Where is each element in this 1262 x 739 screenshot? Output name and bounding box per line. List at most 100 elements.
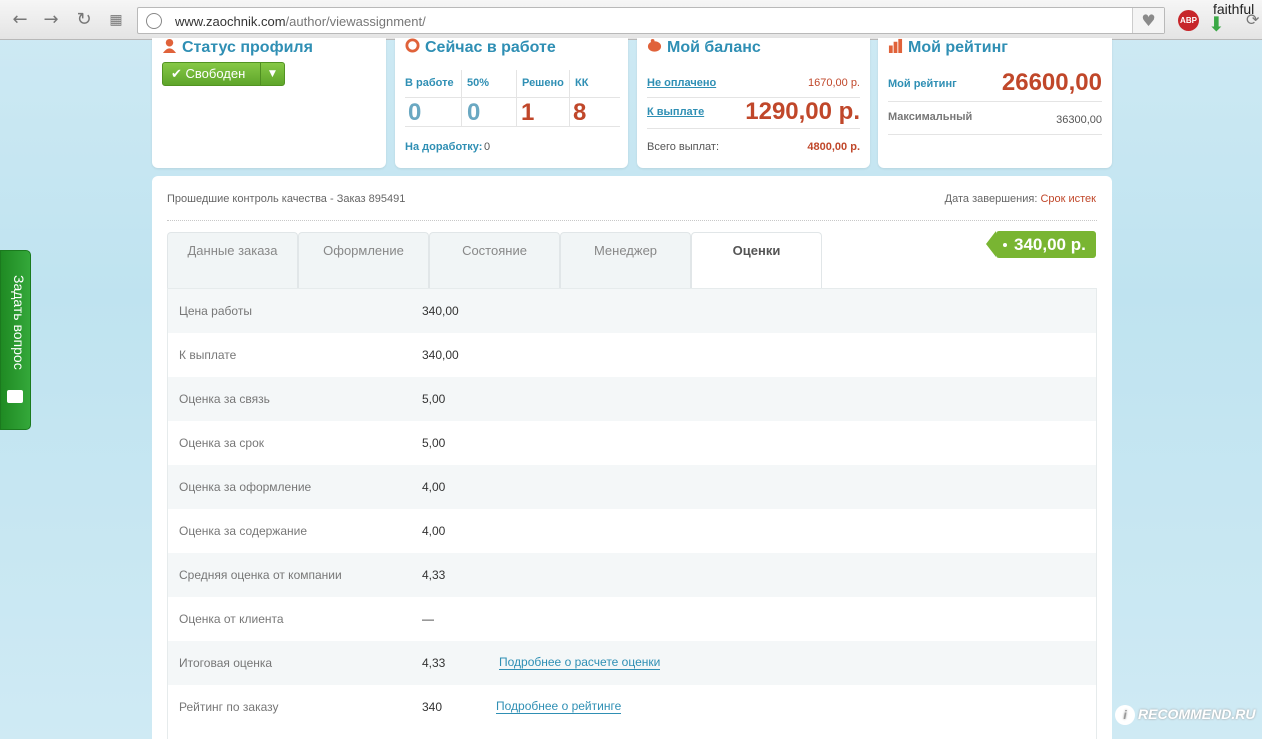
row-label: Оценка от клиента	[179, 612, 284, 626]
row-value: 4,00	[422, 524, 446, 538]
apps-grid-icon[interactable]: ▦	[105, 9, 127, 31]
profile-status-card: Статус профиля ✔ Свободен ▼	[152, 38, 386, 168]
in-work-title: Сейчас в работе	[405, 38, 556, 57]
payout-link[interactable]: К выплате	[647, 106, 704, 118]
divider	[888, 101, 1102, 102]
in-work-label-solved[interactable]: Решено	[522, 77, 564, 89]
profile-status-title: Статус профиля	[162, 38, 313, 57]
url-text[interactable]: www.zaochnik.com/author/viewassignment/	[175, 14, 426, 29]
tab-manager[interactable]: Менеджер	[560, 232, 691, 289]
divider	[405, 97, 620, 98]
row-value: 4,33	[422, 568, 446, 582]
divider	[405, 126, 620, 127]
balance-card: Мой баланс Не оплачено 1670,00 р. К выпл…	[637, 38, 870, 168]
adblock-icon[interactable]: ABP	[1178, 10, 1199, 31]
check-icon: ✔	[171, 67, 182, 82]
ask-question-label: Задать вопрос	[11, 275, 27, 370]
row-value: 4,33	[422, 656, 446, 670]
browser-toolbar: ← → ↻ ▦ www.zaochnik.com/author/viewassi…	[0, 0, 1262, 40]
rework-label[interactable]: На доработку:	[405, 141, 482, 153]
row-label: Оценка за срок	[179, 436, 265, 450]
order-qc-title: Прошедшие контроль качества - Заказ 8954…	[167, 193, 406, 205]
rating-title: Мой рейтинг	[888, 38, 1008, 57]
tab-state[interactable]: Состояние	[429, 232, 560, 289]
in-work-card: Сейчас в работе В работе 50% Решено КК 0…	[395, 38, 628, 168]
table-row: К выплате 340,00	[168, 333, 1096, 377]
row-value: 340,00	[422, 348, 459, 362]
table-row: Оценка за оформление 4,00	[168, 465, 1096, 509]
unpaid-value: 1670,00 р.	[808, 77, 860, 89]
row-value: —	[422, 612, 434, 626]
divider	[516, 70, 517, 126]
bar-chart-icon	[888, 38, 903, 53]
divider	[461, 70, 462, 126]
row-label: Оценка за связь	[179, 392, 270, 406]
row-label: Итоговая оценка	[179, 656, 273, 670]
progress-ring-icon	[405, 38, 420, 53]
total-payout-label: Всего выплат:	[647, 141, 719, 153]
tab-formatting[interactable]: Оформление	[298, 232, 429, 289]
chevron-down-icon[interactable]: ▼	[260, 63, 284, 85]
payout-value: 1290,00 р.	[745, 98, 860, 125]
max-rating-label: Максимальный	[888, 111, 973, 123]
row-label: Рейтинг по заказу	[179, 700, 279, 714]
user-icon	[162, 38, 177, 53]
total-payout-value: 4800,00 р.	[807, 141, 860, 153]
piggy-bank-icon	[647, 38, 662, 52]
table-row: Оценка за срок 5,00	[168, 421, 1096, 465]
in-work-value-solved: 1	[521, 99, 535, 126]
price-tag: 340,00 р.	[986, 231, 1096, 258]
row-label: Оценка за содержание	[179, 524, 308, 538]
row-value: 340,00	[422, 304, 459, 318]
forward-arrow-icon[interactable]: →	[40, 9, 62, 31]
table-row: Оценка за содержание 4,00	[168, 509, 1096, 553]
in-work-label-half[interactable]: 50%	[467, 77, 489, 89]
rework-value: 0	[484, 141, 491, 153]
rating-calc-link[interactable]: Подробнее о расчете оценки	[499, 656, 661, 670]
page-info-icon[interactable]	[146, 13, 162, 29]
bookmark-heart-icon[interactable]: ♥	[1132, 8, 1164, 33]
table-row: Цена работы 340,00	[168, 289, 1096, 333]
address-bar[interactable]: www.zaochnik.com/author/viewassignment/ …	[137, 7, 1165, 34]
edge-menu-icon[interactable]: ⟳	[1246, 10, 1262, 30]
balance-title: Мой баланс	[647, 38, 761, 57]
max-rating-value: 36300,00	[1056, 114, 1102, 126]
divider	[569, 70, 570, 126]
unpaid-link[interactable]: Не оплачено	[647, 77, 716, 89]
in-work-value-qc: 8	[573, 99, 587, 126]
in-work-value-half: 0	[467, 99, 481, 126]
table-row: Рейтинг по заказу 340 Подробнее о рейтин…	[168, 685, 1096, 729]
ask-question-tab[interactable]: Задать вопрос	[0, 250, 31, 430]
finish-date-value: Срок истек	[1040, 193, 1096, 205]
reload-icon[interactable]: ↻	[73, 9, 95, 31]
table-row: Оценка за связь 5,00	[168, 377, 1096, 421]
chat-bubble-icon	[7, 390, 23, 403]
ratings-table: Цена работы 340,00 К выплате 340,00 Оцен…	[167, 288, 1097, 739]
status-label: Свободен	[185, 66, 246, 81]
row-value: 5,00	[422, 392, 446, 406]
status-dropdown-button[interactable]: ✔ Свободен ▼	[162, 62, 285, 86]
divider	[888, 134, 1102, 135]
my-rating-value: 26600,00	[1001, 69, 1102, 96]
in-work-value-inprogress: 0	[408, 99, 422, 126]
row-label: Средняя оценка от компании	[179, 568, 342, 582]
rating-details-link[interactable]: Подробнее о рейтинге	[496, 700, 622, 714]
order-panel: Прошедшие контроль качества - Заказ 8954…	[152, 176, 1112, 739]
table-row: Оценка от клиента —	[168, 597, 1096, 641]
table-row: Средняя оценка от компании 4,33	[168, 553, 1096, 597]
row-value: 4,00	[422, 480, 446, 494]
rating-card: Мой рейтинг Мой рейтинг 26600,00 Максима…	[878, 38, 1112, 168]
in-work-label-qc[interactable]: КК	[575, 77, 588, 89]
recommend-watermark: i RECOMMEND.RU	[1115, 705, 1255, 725]
divider	[647, 128, 860, 129]
row-label: К выплате	[179, 348, 237, 362]
tab-ratings[interactable]: Оценки	[691, 232, 822, 290]
back-arrow-icon[interactable]: ←	[9, 9, 31, 31]
row-label: Цена работы	[179, 304, 252, 318]
tab-order-data[interactable]: Данные заказа	[167, 232, 298, 289]
row-value: 5,00	[422, 436, 446, 450]
tag-hole	[1003, 243, 1007, 247]
in-work-label-inprogress[interactable]: В работе	[405, 77, 454, 89]
my-rating-label: Мой рейтинг	[888, 78, 957, 90]
price-value: 340,00 р.	[1014, 235, 1086, 254]
